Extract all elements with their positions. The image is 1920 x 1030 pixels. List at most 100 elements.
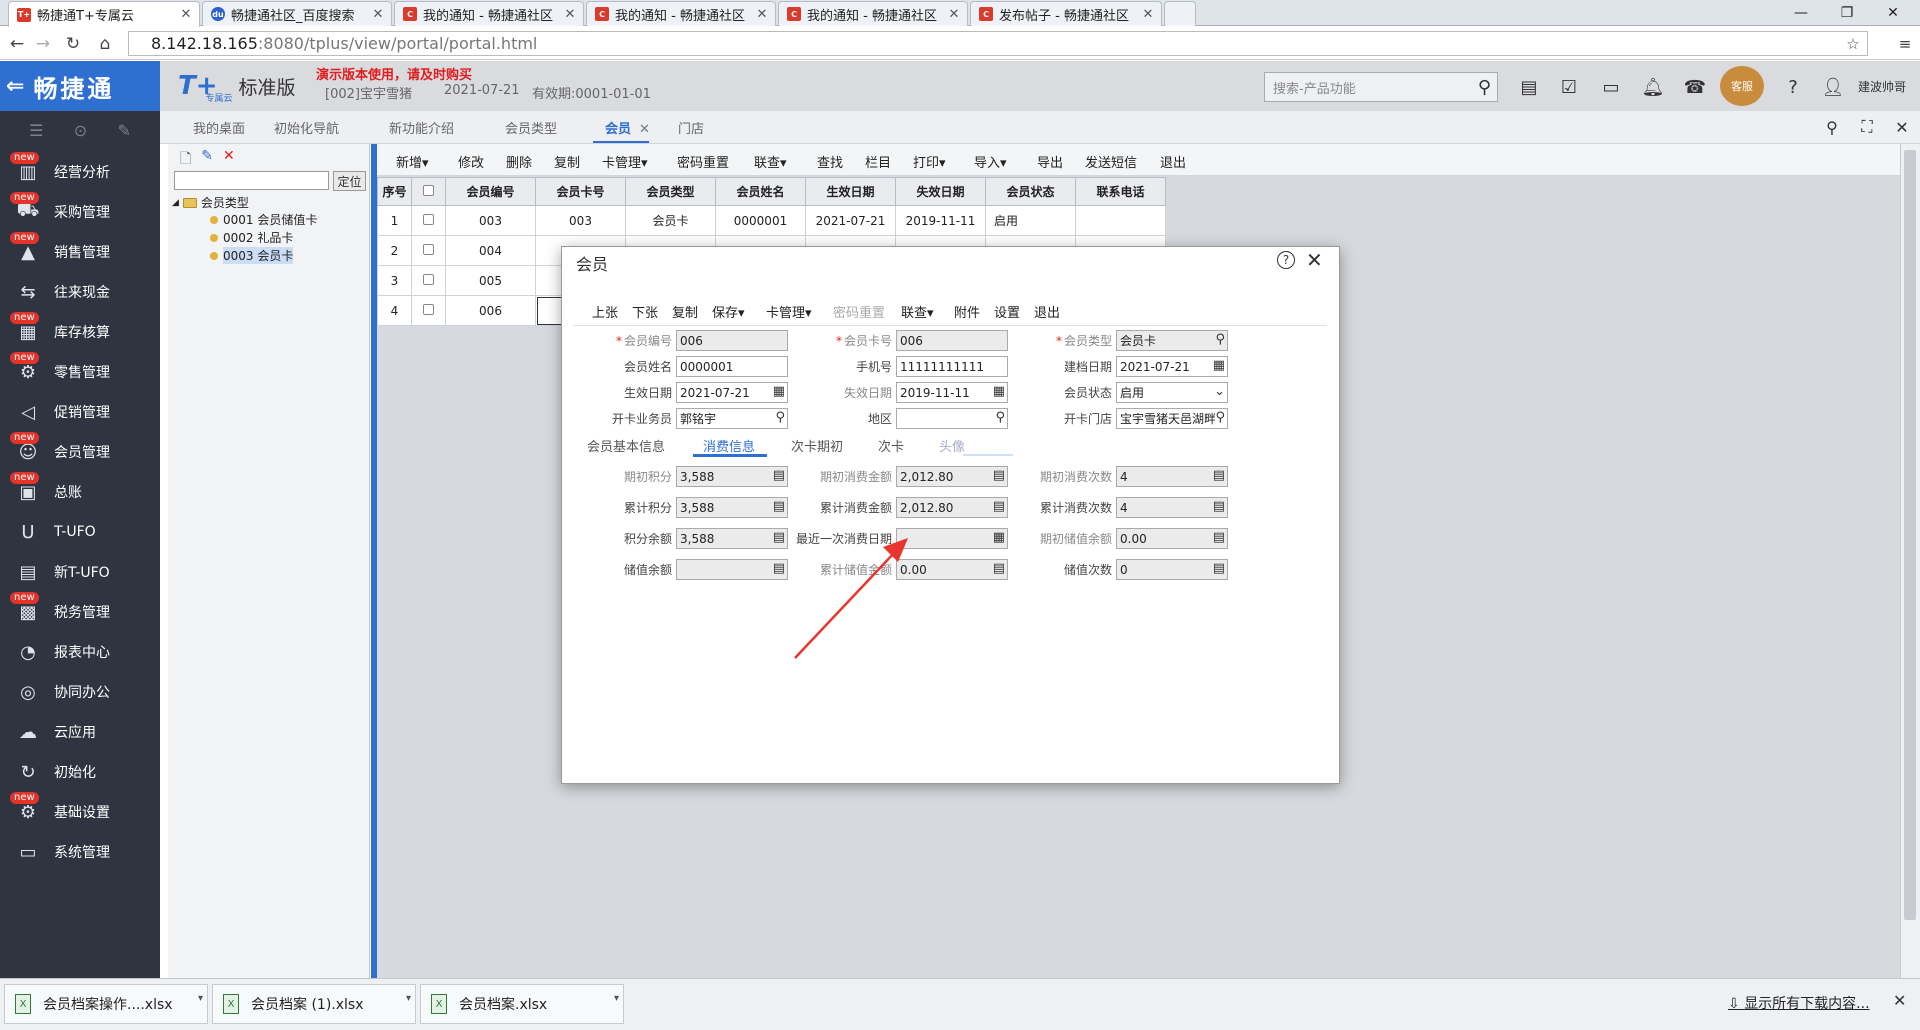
total-amount-input[interactable]: 2,012.80 ▤ — [896, 497, 1008, 518]
search-icon[interactable]: ⚲ — [775, 410, 785, 425]
table-cell[interactable]: 006 — [445, 295, 536, 326]
edit-icon[interactable]: ✎ — [117, 121, 130, 140]
back-icon[interactable]: ← — [4, 31, 30, 57]
sidebar-item[interactable]: ⚙ new 基础设置 — [0, 792, 160, 832]
col-header[interactable]: 序号 — [377, 177, 412, 206]
sidebar-item[interactable]: ▣ new 总账 — [0, 472, 160, 512]
last-date-input[interactable]: ▦ — [896, 528, 1008, 549]
row-checkbox[interactable] — [423, 213, 434, 225]
exit-button[interactable]: 退出 — [1034, 302, 1060, 321]
col-header[interactable]: 会员卡号 — [535, 177, 626, 206]
total-stored-input[interactable]: 0.00 ▤ — [896, 559, 1008, 580]
calculator-icon[interactable]: ▤ — [1213, 530, 1225, 545]
attachment-button[interactable]: 附件 — [954, 302, 980, 321]
col-header[interactable]: 会员编号 — [445, 177, 536, 206]
row-checkbox[interactable] — [423, 303, 434, 315]
sidebar-item[interactable]: ⚙ new 零售管理 — [0, 352, 160, 392]
browser-tab-2[interactable]: du 畅捷通社区_百度搜索 ✕ — [202, 1, 392, 26]
card-manage-button[interactable]: 卡管理▾ — [766, 302, 812, 321]
row-checkbox[interactable] — [423, 273, 434, 285]
calendar-icon[interactable]: ▦ — [993, 384, 1005, 399]
stored-balance-input[interactable]: ▤ — [676, 559, 788, 580]
password-reset-button[interactable]: 密码重置 — [677, 152, 729, 171]
store-input[interactable]: 宝宇雪猪天邑湖畔 ⚲ — [1116, 408, 1228, 429]
points-balance-input[interactable]: 3,588 ▤ — [676, 528, 788, 549]
help-icon[interactable]: ? — [1277, 251, 1295, 269]
settings-button[interactable]: 设置 — [994, 302, 1020, 321]
init-count-input[interactable]: 4 ▤ — [1116, 466, 1228, 487]
exit-button[interactable]: 退出 — [1160, 152, 1186, 171]
sidebar-item[interactable]: ◔ 报表中心 — [0, 632, 160, 672]
customer-service-mascot[interactable]: 客服 — [1720, 66, 1764, 106]
row-select-cell[interactable] — [411, 235, 446, 266]
calendar-icon[interactable]: ▦ — [1213, 358, 1225, 373]
table-cell[interactable]: 2 — [377, 235, 412, 266]
export-button[interactable]: 导出 — [1037, 152, 1063, 171]
table-cell[interactable]: 3 — [377, 265, 412, 296]
table-cell[interactable]: 启用 — [985, 205, 1076, 236]
created-date-input[interactable]: 2021-07-21 ▦ — [1116, 356, 1228, 377]
search-icon[interactable]: ⊙ — [74, 121, 87, 140]
send-sms-button[interactable]: 发送短信 — [1085, 152, 1137, 171]
col-header[interactable]: 失效日期 — [895, 177, 986, 206]
close-icon[interactable]: ✕ — [1306, 248, 1323, 272]
scrollbar-thumb[interactable] — [1904, 150, 1916, 920]
link-query-button[interactable]: 联查▾ — [754, 152, 787, 171]
hamburger-icon[interactable]: ☰ — [29, 121, 43, 140]
table-cell[interactable]: 003 — [445, 205, 536, 236]
subtab-basic-info[interactable]: 会员基本信息 — [587, 436, 665, 455]
download-item[interactable]: X 会员档案.xlsx ▾ — [420, 984, 624, 1024]
tab-new-features[interactable]: 新功能介绍 — [389, 118, 454, 137]
show-all-downloads-link[interactable]: ⇩ 显示所有下载内容... — [1728, 993, 1870, 1013]
sidebar-item[interactable]: ⛟ new 采购管理 — [0, 192, 160, 232]
search-icon[interactable]: ⚲ — [1478, 77, 1491, 98]
effective-date-input[interactable]: 2021-07-21 ▦ — [676, 382, 788, 403]
reload-icon[interactable]: ↻ — [60, 31, 86, 57]
add-button[interactable]: 新增▾ — [396, 152, 429, 171]
close-icon[interactable]: ✕ — [1141, 7, 1155, 22]
calculator-icon[interactable]: ▤ — [1213, 499, 1225, 514]
member-name-input[interactable]: 0000001 — [676, 356, 788, 377]
tree-node[interactable]: 0002 礼品卡 — [172, 229, 293, 246]
table-cell[interactable]: 004 — [445, 235, 536, 266]
download-item[interactable]: X 会员档案 (1).xlsx ▾ — [212, 984, 416, 1024]
stored-count-input[interactable]: 0 ▤ — [1116, 559, 1228, 580]
sidebar-item[interactable]: ▩ new 税务管理 — [0, 592, 160, 632]
copy-button[interactable]: 复制 — [554, 152, 580, 171]
agent-input[interactable]: 郭铭宇 ⚲ — [676, 408, 788, 429]
sidebar-item[interactable]: ▥ new 经营分析 — [0, 152, 160, 192]
save-button[interactable]: 保存▾ — [712, 302, 745, 321]
task-list-icon[interactable]: ☑ — [1556, 74, 1582, 100]
card-manage-button[interactable]: 卡管理▾ — [602, 152, 648, 171]
subtab-count-card[interactable]: 次卡 — [878, 436, 904, 455]
collapse-icon[interactable]: ◢ — [172, 198, 179, 208]
import-button[interactable]: 导入▾ — [974, 152, 1007, 171]
tree-search-input[interactable] — [174, 171, 329, 190]
star-icon[interactable]: ☆ — [1840, 31, 1866, 57]
browser-tab-1[interactable]: T+ 畅捷通T+专属云 ✕ — [8, 1, 200, 27]
browser-tab-3[interactable]: C 我的通知 - 畅捷通社区 ✕ — [394, 1, 584, 26]
table-cell[interactable] — [1075, 205, 1166, 236]
download-item[interactable]: X 会员档案操作....xlsx ▾ — [4, 984, 208, 1024]
print-button[interactable]: 打印▾ — [913, 152, 946, 171]
new-tab-button[interactable] — [1164, 1, 1196, 26]
member-type-input[interactable]: 会员卡 ⚲ — [1116, 330, 1228, 351]
select-all-checkbox[interactable] — [423, 184, 434, 196]
browser-tab-5[interactable]: C 我的通知 - 畅捷通社区 ✕ — [778, 1, 968, 26]
card-no-input[interactable]: 006 — [896, 330, 1008, 351]
close-icon[interactable]: ✕ — [947, 7, 961, 22]
url-input[interactable]: 8.142.18.165:8080/tplus/view/portal/port… — [128, 31, 1868, 56]
fullscreen-icon[interactable]: ⛶ — [1855, 116, 1879, 138]
sidebar-item[interactable]: ▲ new 销售管理 — [0, 232, 160, 272]
chevron-down-icon[interactable]: ⌄ — [1214, 384, 1225, 399]
col-header-select[interactable] — [411, 177, 446, 206]
close-all-icon[interactable]: ✕ — [1890, 116, 1914, 138]
table-cell[interactable]: 会员卡 — [625, 205, 716, 236]
minimize-icon[interactable]: — — [1778, 0, 1824, 26]
close-icon[interactable]: ✕ — [1893, 991, 1906, 1010]
region-input[interactable]: ⚲ — [896, 408, 1008, 429]
tab-member[interactable]: 会员 ✕ — [605, 118, 650, 137]
table-row[interactable]: 1 003 003 会员卡 0000001 2021-07-21 2019-11-11 启用 — [377, 205, 1166, 236]
calendar-icon[interactable]: ▦ — [773, 384, 785, 399]
tab-member-type[interactable]: 会员类型 — [505, 118, 557, 137]
